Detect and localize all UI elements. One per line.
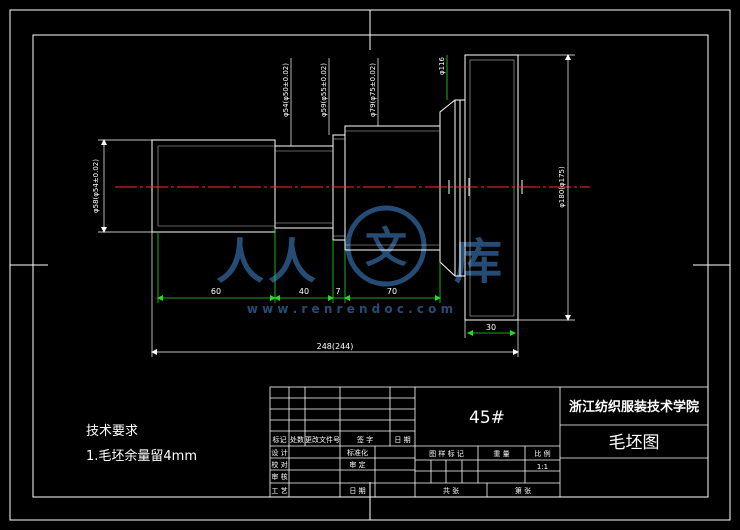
dim-label-sec3-dia: φ59(φ55±0.02) [320, 63, 328, 117]
drawing-name: 毛坯图 [609, 433, 660, 453]
dim-label-sec2-length: 40 [299, 287, 309, 296]
scale-value: 1:1 [537, 463, 548, 471]
rev-header-doc-no: 更改文件号 [305, 435, 340, 444]
watermark-char-3: 文 [365, 223, 407, 272]
watermark-char-4: 库 [454, 234, 502, 290]
dim-label-left-dia: φ58(φ54±0.02) [92, 159, 100, 213]
sign-label-check: 校 对 [271, 460, 287, 469]
dim-label-sec4-dia: φ79(φ75±0.02) [369, 63, 377, 117]
blank-drawing-canvas: 人 人 文 库 w w w . r e n r e n d o c . c o … [0, 0, 740, 530]
watermark-url: w w w . r e n r e n d o c . c o m [247, 302, 453, 316]
sheet-number: 第 张 [515, 486, 531, 495]
sign-label-standardize: 标准化 [347, 448, 368, 457]
rev-header-date: 日 期 [394, 436, 410, 444]
dim-label-flange-dia: φ180(φ175) [558, 166, 566, 208]
sign-label-design: 设 计 [271, 448, 287, 457]
sign-label-approve: 审 定 [349, 460, 365, 469]
dim-label-hub-dia: φ116 [438, 56, 446, 75]
info-header-scale: 比 例 [534, 449, 550, 458]
dim-label-total-length: 248(244) [317, 342, 354, 351]
info-header-drawing-mark: 图 样 标 记 [429, 449, 464, 458]
dim-label-sec4-length: 70 [387, 287, 397, 296]
dim-label-sec1-length: 60 [211, 287, 221, 296]
dim-label-sec3-length: 7 [335, 287, 340, 296]
tech-req-item-1: 1.毛坯余量留4mm [86, 448, 197, 464]
dim-label-flange-width: 30 [486, 323, 496, 332]
info-header-weight: 重 量 [493, 450, 509, 458]
sign-label-date: 日 期 [349, 487, 365, 495]
rev-header-signature: 签 字 [357, 435, 373, 444]
watermark-char-1: 人 [216, 234, 264, 290]
sheets-total: 共 张 [443, 486, 459, 495]
dim-label-sec2-dia: φ54(φ50±0.02) [282, 63, 290, 117]
tech-req-title: 技术要求 [86, 424, 138, 439]
school-name: 浙江纺织服装技术学院 [569, 399, 699, 415]
material-label: 45# [469, 408, 505, 428]
sign-label-process: 工 艺 [271, 487, 287, 495]
rev-header-count: 处数 [290, 435, 304, 444]
sign-label-review: 审 核 [271, 472, 287, 481]
rev-header-mark: 标记 [273, 435, 287, 444]
